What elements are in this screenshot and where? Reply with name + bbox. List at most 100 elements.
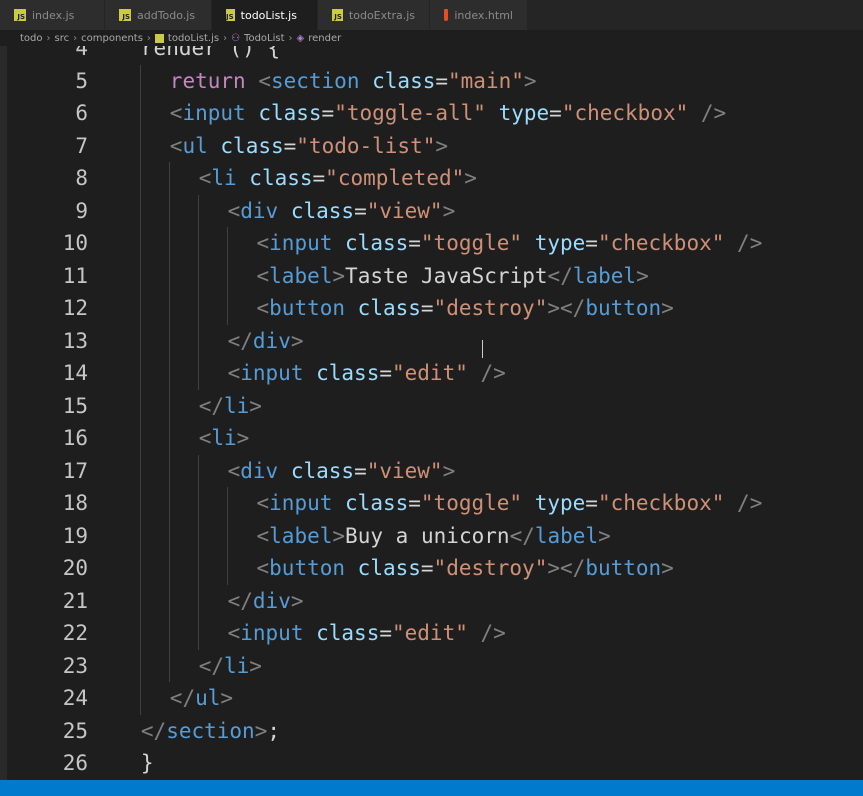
indent-guide xyxy=(140,194,141,227)
indent-guide xyxy=(197,292,199,325)
code-line[interactable]: 13 </div> xyxy=(0,324,863,357)
code-line[interactable]: 14 <input class="edit" /> xyxy=(0,357,863,390)
indent-guide xyxy=(140,552,141,585)
line-number: 12 xyxy=(62,296,88,320)
code-line[interactable]: 23 </li> xyxy=(0,649,863,682)
line-number: 8 xyxy=(75,166,88,190)
line-number: 22 xyxy=(62,621,88,645)
breadcrumb-item[interactable]: render xyxy=(308,33,341,44)
indent-guide xyxy=(226,552,228,585)
code-line[interactable]: 18 <input class="toggle" type="checkbox" … xyxy=(0,487,863,520)
indent-guide xyxy=(140,357,141,390)
breadcrumb-item[interactable]: todoList.js xyxy=(168,33,219,44)
indent-guide xyxy=(140,422,141,455)
indent-guide xyxy=(197,259,199,292)
line-number: 24 xyxy=(62,686,88,710)
indent-guide xyxy=(168,454,170,487)
indent-guide xyxy=(140,227,141,260)
indent-guide xyxy=(197,227,199,260)
line-number: 26 xyxy=(62,751,88,775)
tab-todolist-js[interactable]: JS todoList.js xyxy=(212,0,318,30)
code-line[interactable]: 8 <li class="completed"> xyxy=(0,162,863,195)
tab-label: index.html xyxy=(454,8,513,22)
breadcrumb-item[interactable]: todo xyxy=(20,33,43,44)
indent-guide xyxy=(168,194,170,227)
line-number: 4 xyxy=(75,46,88,60)
indent-guide xyxy=(168,292,170,325)
indent-guide xyxy=(140,324,141,357)
code-text: </div> xyxy=(227,588,304,613)
indent-guide xyxy=(226,519,228,552)
code-text: <input class="edit" /> xyxy=(227,621,506,645)
indent-guide xyxy=(140,389,141,422)
line-number: 5 xyxy=(75,68,88,93)
code-text: <input class="toggle-all" type="checkbox… xyxy=(169,101,727,125)
code-text: <ul class="todo-list"> xyxy=(169,133,449,158)
tab-addtodo-js[interactable]: JS addTodo.js xyxy=(105,0,212,30)
indent-guide xyxy=(140,259,141,292)
line-number: 9 xyxy=(75,198,88,223)
code-line[interactable]: 22 <input class="edit" /> xyxy=(0,617,863,650)
indent-guide xyxy=(168,422,170,455)
code-text: <button class="destroy"></button> xyxy=(256,556,674,580)
tab-index-js[interactable]: JS index.js xyxy=(0,0,105,30)
line-number: 13 xyxy=(62,328,88,353)
indent-guide xyxy=(140,162,141,195)
indent-guide xyxy=(197,194,199,227)
indent-guide xyxy=(226,227,228,260)
code-text: <button class="destroy"></button> xyxy=(256,296,674,320)
code-line[interactable]: 4 render () { xyxy=(0,46,863,65)
tab-todoextra-js[interactable]: JS todoExtra.js xyxy=(318,0,430,30)
code-line[interactable]: 7 <ul class="todo-list"> xyxy=(0,129,863,162)
code-text: <input class="toggle" type="checkbox" /> xyxy=(256,231,763,255)
indent-guide xyxy=(140,292,141,325)
code-line[interactable]: 5 return <section class="main"> xyxy=(0,64,863,97)
code-line[interactable]: 17 <div class="view"> xyxy=(0,454,863,487)
line-number: 16 xyxy=(62,426,88,450)
code-line[interactable]: 21 </div> xyxy=(0,584,863,617)
code-text: </ul> xyxy=(169,686,234,710)
line-number: 25 xyxy=(62,718,88,743)
code-text: <input class="edit" /> xyxy=(227,361,506,385)
tab-index-html[interactable]: index.html xyxy=(430,0,528,30)
indent-guide xyxy=(226,259,228,292)
code-text: <li class="completed"> xyxy=(198,166,477,190)
chevron-right-icon: › xyxy=(146,32,151,44)
indent-guide xyxy=(168,389,170,422)
indent-guide xyxy=(140,584,141,617)
code-line[interactable]: 19 <label>Buy a unicorn</label> xyxy=(0,519,863,552)
code-line[interactable]: 26} xyxy=(0,747,863,780)
indent-guide xyxy=(197,584,199,617)
code-text: </li> xyxy=(198,393,262,418)
code-text: return <section class="main"> xyxy=(169,68,537,93)
code-line[interactable]: 12 <button class="destroy"></button> xyxy=(0,292,863,325)
line-number: 19 xyxy=(62,523,88,548)
code-line[interactable]: 9 <div class="view"> xyxy=(0,194,863,227)
code-line[interactable]: 10 <input class="toggle" type="checkbox" … xyxy=(0,227,863,260)
indent-guide xyxy=(197,357,199,390)
chevron-right-icon: › xyxy=(288,32,293,44)
line-number: 15 xyxy=(62,393,88,418)
tab-label: todoExtra.js xyxy=(348,8,415,22)
code-text: render () { xyxy=(140,46,281,60)
line-number: 18 xyxy=(62,491,88,515)
code-line[interactable]: 25 </section>; xyxy=(0,715,863,748)
code-line[interactable]: 20 <button class="destroy"></button> xyxy=(0,552,863,585)
code-editor[interactable]: 4 render () { 5 return <section class="main… xyxy=(0,46,863,780)
editor-tab-bar: JS index.js JS addTodo.js JS todoList.js… xyxy=(0,0,863,30)
code-text: } xyxy=(140,751,154,775)
code-line[interactable]: 24 </ul> xyxy=(0,682,863,715)
indent-guide xyxy=(226,292,228,325)
line-number: 10 xyxy=(62,231,88,255)
code-line[interactable]: 11 <label>Taste JavaScript</label> xyxy=(0,259,863,292)
indent-guide xyxy=(168,259,170,292)
breadcrumb-item[interactable]: components xyxy=(81,33,143,44)
code-line[interactable]: 6 <input class="toggle-all" type="checkbo… xyxy=(0,97,863,130)
breadcrumb-item[interactable]: src xyxy=(55,33,70,44)
status-bar xyxy=(0,780,863,796)
code-line[interactable]: 15 </li> xyxy=(0,389,863,422)
code-line[interactable]: 16 <li> xyxy=(0,422,863,455)
indent-guide xyxy=(140,617,141,650)
breadcrumb-item[interactable]: TodoList xyxy=(244,33,284,44)
code-text: </li> xyxy=(198,653,262,678)
